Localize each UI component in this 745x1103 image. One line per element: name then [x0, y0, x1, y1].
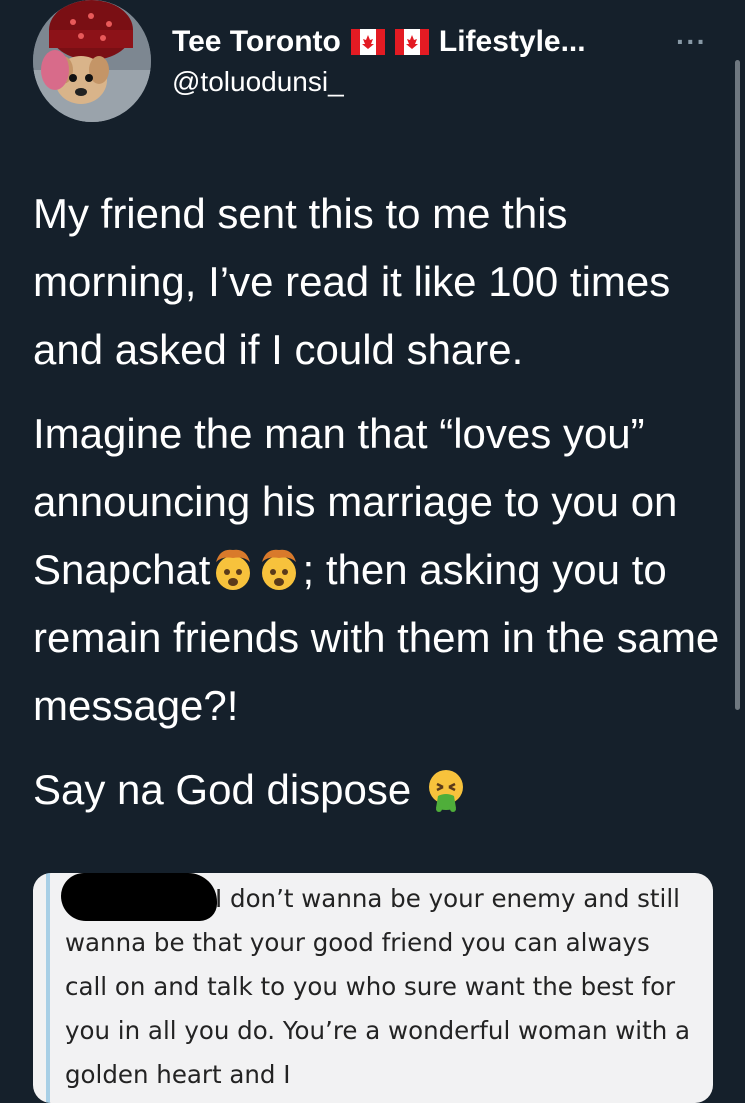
exploding-head-emoji [262, 549, 297, 590]
tweet-paragraph: Say na God dispose [33, 756, 723, 824]
exploding-head-emoji [216, 549, 251, 590]
display-name[interactable]: Tee Toronto [172, 22, 341, 62]
vomiting-face-emoji [428, 770, 463, 812]
redacted-name [61, 873, 217, 921]
name-row[interactable]: Tee Toronto Lifestyle... [172, 22, 692, 62]
tweet-body: My friend sent this to me this morning, … [33, 180, 723, 840]
tweet-paragraph: Imagine the man that “loves you” announc… [33, 400, 723, 740]
name-suffix[interactable]: Lifestyle... [439, 22, 586, 62]
canada-flag-icon [350, 29, 385, 55]
user-handle[interactable]: @toluodunsi_ [172, 64, 692, 100]
avatar[interactable] [33, 0, 151, 122]
canada-flag-icon [394, 29, 429, 55]
quote-accent-bar [46, 873, 50, 1103]
avatar-image [33, 0, 151, 122]
more-icon[interactable]: ··· [676, 26, 707, 58]
tweet-header: Tee Toronto Lifestyle... @toluodunsi_ [172, 22, 692, 100]
scrollbar-thumb[interactable] [735, 60, 740, 710]
tweet-paragraph: My friend sent this to me this morning, … [33, 190, 671, 373]
quoted-message-card[interactable]: I don’t wanna be your enemy and still wa… [33, 873, 713, 1103]
tweet-text: Say na God dispose [33, 766, 423, 813]
